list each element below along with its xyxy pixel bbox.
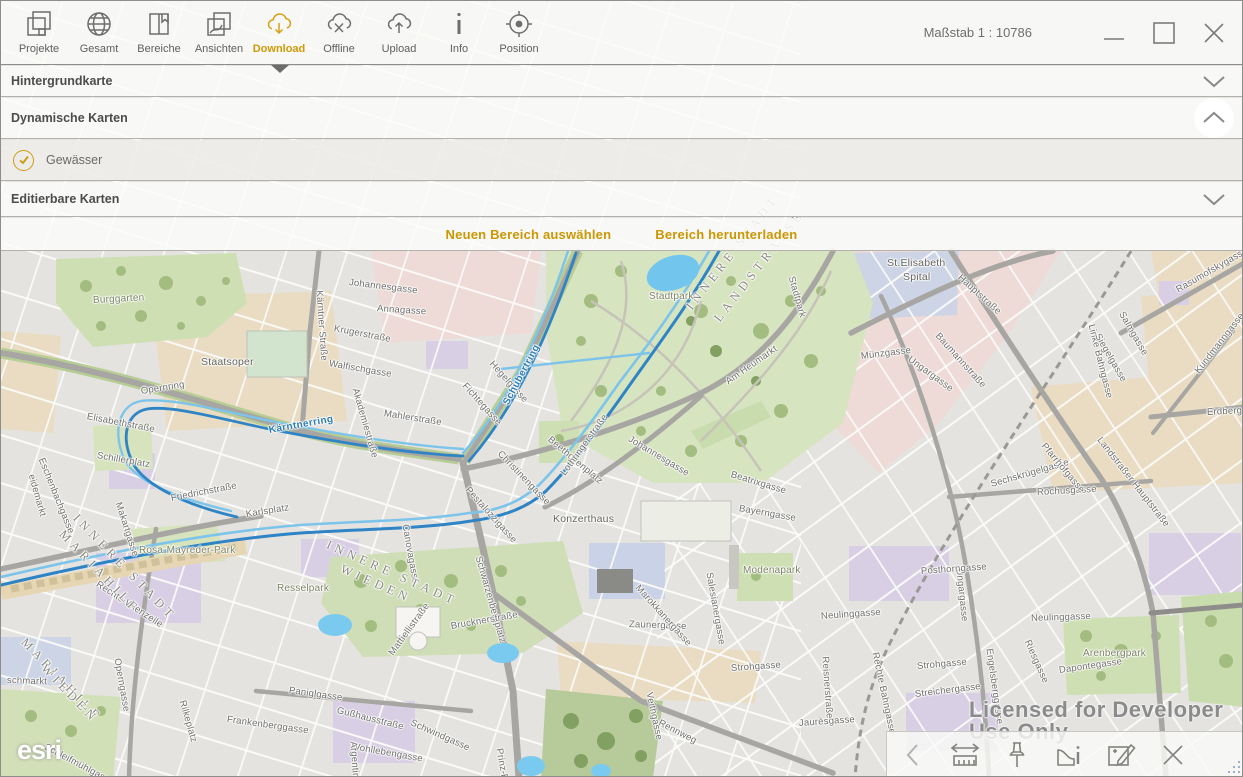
tool-group: Projekte Gesamt Bereiche — [1, 1, 549, 64]
area-actions-row: Neuen Bereich auswählen Bereich herunter… — [1, 218, 1242, 251]
measure-button[interactable] — [939, 732, 991, 777]
upload-cloud-icon — [383, 8, 415, 40]
tool-download[interactable]: Download — [249, 1, 309, 64]
select-new-area-button[interactable]: Neuen Bereich auswählen — [446, 227, 612, 242]
tool-position[interactable]: Position — [489, 1, 549, 64]
identify-button[interactable] — [1043, 732, 1095, 777]
street-label: schmarkt — [7, 675, 48, 687]
layer-checked-icon[interactable] — [13, 150, 34, 171]
tool-bereiche[interactable]: Bereiche — [129, 1, 189, 64]
park-label: Modenapark — [743, 565, 801, 576]
download-area-button[interactable]: Bereich herunterladen — [655, 227, 797, 242]
place-label: Spital — [903, 271, 930, 283]
place-label: Konzerthaus — [553, 513, 614, 525]
collapse-toolbar-button[interactable] — [887, 732, 939, 777]
active-tool-pointer — [271, 65, 289, 73]
place-label: St.Elisabeth — [887, 257, 945, 269]
resize-grip[interactable] — [1226, 759, 1242, 775]
edit-icon — [1105, 740, 1137, 770]
globe-icon — [83, 8, 115, 40]
download-cloud-icon — [263, 8, 295, 40]
tool-gesamt[interactable]: Gesamt — [69, 1, 129, 64]
park-label: Stadtpark — [649, 291, 694, 302]
areas-book-icon — [143, 8, 175, 40]
tool-label: Projekte — [19, 43, 59, 55]
park-label: Resselpark — [277, 583, 329, 594]
maximize-button[interactable] — [1150, 19, 1178, 47]
pin-button[interactable] — [991, 732, 1043, 777]
chevron-down-icon[interactable] — [1200, 73, 1228, 89]
pin-icon — [1004, 739, 1030, 771]
esri-logo: esri — [17, 735, 61, 766]
projects-icon — [23, 8, 55, 40]
tool-label: Gesamt — [80, 43, 119, 55]
position-target-icon — [503, 8, 535, 40]
tool-offline[interactable]: Offline — [309, 1, 369, 64]
tool-label: Bereiche — [137, 43, 180, 55]
section-title: Hintergrundkarte — [1, 74, 112, 88]
close-button[interactable] — [1200, 19, 1228, 47]
close-toolbar-button[interactable] — [1147, 732, 1199, 777]
tool-upload[interactable]: Upload — [369, 1, 429, 64]
app-window: Licensed for Developer Use Only esri Pro… — [0, 0, 1243, 777]
section-editierbare-karten[interactable]: Editierbare Karten — [1, 182, 1242, 217]
street-label: Neulinggasse — [1031, 611, 1091, 624]
tool-label: Offline — [323, 43, 355, 55]
tool-ansichten[interactable]: Ansichten — [189, 1, 249, 64]
minimize-button[interactable] — [1100, 19, 1128, 47]
info-icon — [443, 8, 475, 40]
layer-row-gewaesser[interactable]: Gewässer — [1, 140, 1242, 181]
tool-label: Position — [499, 43, 538, 55]
section-dynamische-karten[interactable]: Dynamische Karten — [1, 98, 1242, 139]
close-icon — [1160, 742, 1186, 768]
place-label: Staatsoper — [201, 356, 254, 368]
edit-button[interactable] — [1095, 732, 1147, 777]
back-chevron-icon — [902, 742, 924, 768]
views-icon — [203, 8, 235, 40]
map-toolbar — [886, 731, 1243, 777]
section-hintergrundkarte[interactable]: Hintergrundkarte — [1, 66, 1242, 97]
measure-icon — [948, 740, 982, 770]
topbar-right: Maßstab 1 : 10786 — [924, 19, 1242, 47]
section-title: Dynamische Karten — [1, 111, 128, 125]
chevron-up-icon[interactable] — [1200, 110, 1228, 126]
tool-label: Upload — [382, 43, 417, 55]
identify-icon — [1053, 740, 1085, 770]
tool-info[interactable]: Info — [429, 1, 489, 64]
offline-cloud-icon — [323, 8, 355, 40]
tool-label: Info — [450, 43, 468, 55]
park-label: Rosa-Mayreder-Park — [139, 545, 235, 556]
top-toolbar: Projekte Gesamt Bereiche — [1, 1, 1242, 65]
layer-name: Gewässer — [46, 153, 102, 167]
street-label: Erdbergstraße — [1207, 404, 1243, 418]
tool-projekte[interactable]: Projekte — [9, 1, 69, 64]
tool-label: Ansichten — [195, 43, 243, 55]
tool-label: Download — [253, 43, 306, 55]
scale-label: Maßstab 1 : 10786 — [924, 25, 1032, 40]
chevron-down-icon[interactable] — [1200, 191, 1228, 207]
section-title: Editierbare Karten — [1, 192, 119, 206]
park-label: Arenbergpark — [1083, 648, 1146, 659]
